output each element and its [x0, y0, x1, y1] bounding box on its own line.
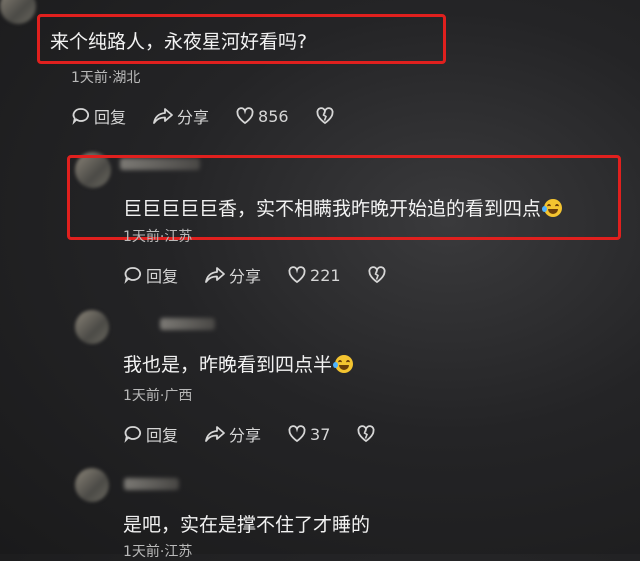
- like-count: 37: [310, 424, 331, 444]
- comment-text: 我也是，昨晚看到四点半: [123, 350, 354, 377]
- comment-meta: 1天前·江苏: [123, 544, 193, 560]
- comment-meta: 1天前·湖北: [71, 70, 141, 86]
- heart-icon: [288, 266, 306, 284]
- reply-label: 回复: [146, 426, 179, 445]
- comment-meta: 1天前·广西: [123, 388, 193, 404]
- share-label: 分享: [177, 108, 210, 127]
- comment-actions: 回复 分享 37: [123, 422, 405, 446]
- reply-label: 回复: [94, 108, 127, 127]
- broken-heart-icon: [368, 266, 386, 284]
- comment-meta: 1天前·江苏: [123, 229, 193, 245]
- avatar[interactable]: [0, 0, 36, 24]
- reply-icon: [124, 426, 141, 443]
- laughing-tears-emoji-icon: [542, 199, 563, 217]
- share-icon: [205, 426, 225, 442]
- reply-button[interactable]: 回复: [123, 263, 178, 287]
- comment-text-content: 我也是，昨晚看到四点半: [123, 354, 333, 376]
- share-button[interactable]: 分享: [152, 104, 209, 128]
- reply-icon: [72, 108, 89, 125]
- broken-heart-icon: [316, 107, 334, 125]
- reply-label: 回复: [146, 267, 179, 286]
- comment-text-content: 巨巨巨巨巨香，实不相瞒我昨晚开始追的看到四点: [123, 198, 542, 220]
- share-label: 分享: [229, 267, 262, 286]
- reply-icon: [124, 267, 141, 284]
- share-button[interactable]: 分享: [204, 422, 261, 446]
- avatar[interactable]: [75, 310, 109, 344]
- reply-button[interactable]: 回复: [71, 104, 126, 128]
- dislike-button[interactable]: [367, 265, 390, 285]
- username[interactable]: [124, 478, 179, 490]
- comment-actions: 回复 分享 221: [123, 263, 416, 287]
- comment-text: 巨巨巨巨巨香，实不相瞒我昨晚开始追的看到四点: [123, 194, 563, 221]
- avatar[interactable]: [75, 468, 109, 502]
- like-button[interactable]: 856: [235, 106, 289, 126]
- username[interactable]: [160, 318, 215, 330]
- comment-text: 来个纯路人，永夜星河好看吗?: [50, 31, 308, 53]
- like-button[interactable]: 37: [287, 424, 330, 444]
- like-count: 856: [258, 106, 289, 126]
- heart-icon: [288, 425, 306, 443]
- laughing-tears-emoji-icon: [333, 355, 354, 373]
- like-count: 221: [310, 265, 341, 285]
- share-icon: [153, 108, 173, 124]
- dislike-button[interactable]: [356, 424, 379, 444]
- share-button[interactable]: 分享: [204, 263, 261, 287]
- dislike-button[interactable]: [315, 106, 338, 126]
- like-button[interactable]: 221: [287, 265, 341, 285]
- comment-text: 是吧，实在是撑不住了才睡的: [123, 514, 371, 536]
- reply-button[interactable]: 回复: [123, 422, 178, 446]
- comment-actions: 回复 分享 856: [71, 104, 364, 128]
- heart-icon: [236, 107, 254, 125]
- share-icon: [205, 267, 225, 283]
- share-label: 分享: [229, 426, 262, 445]
- broken-heart-icon: [357, 425, 375, 443]
